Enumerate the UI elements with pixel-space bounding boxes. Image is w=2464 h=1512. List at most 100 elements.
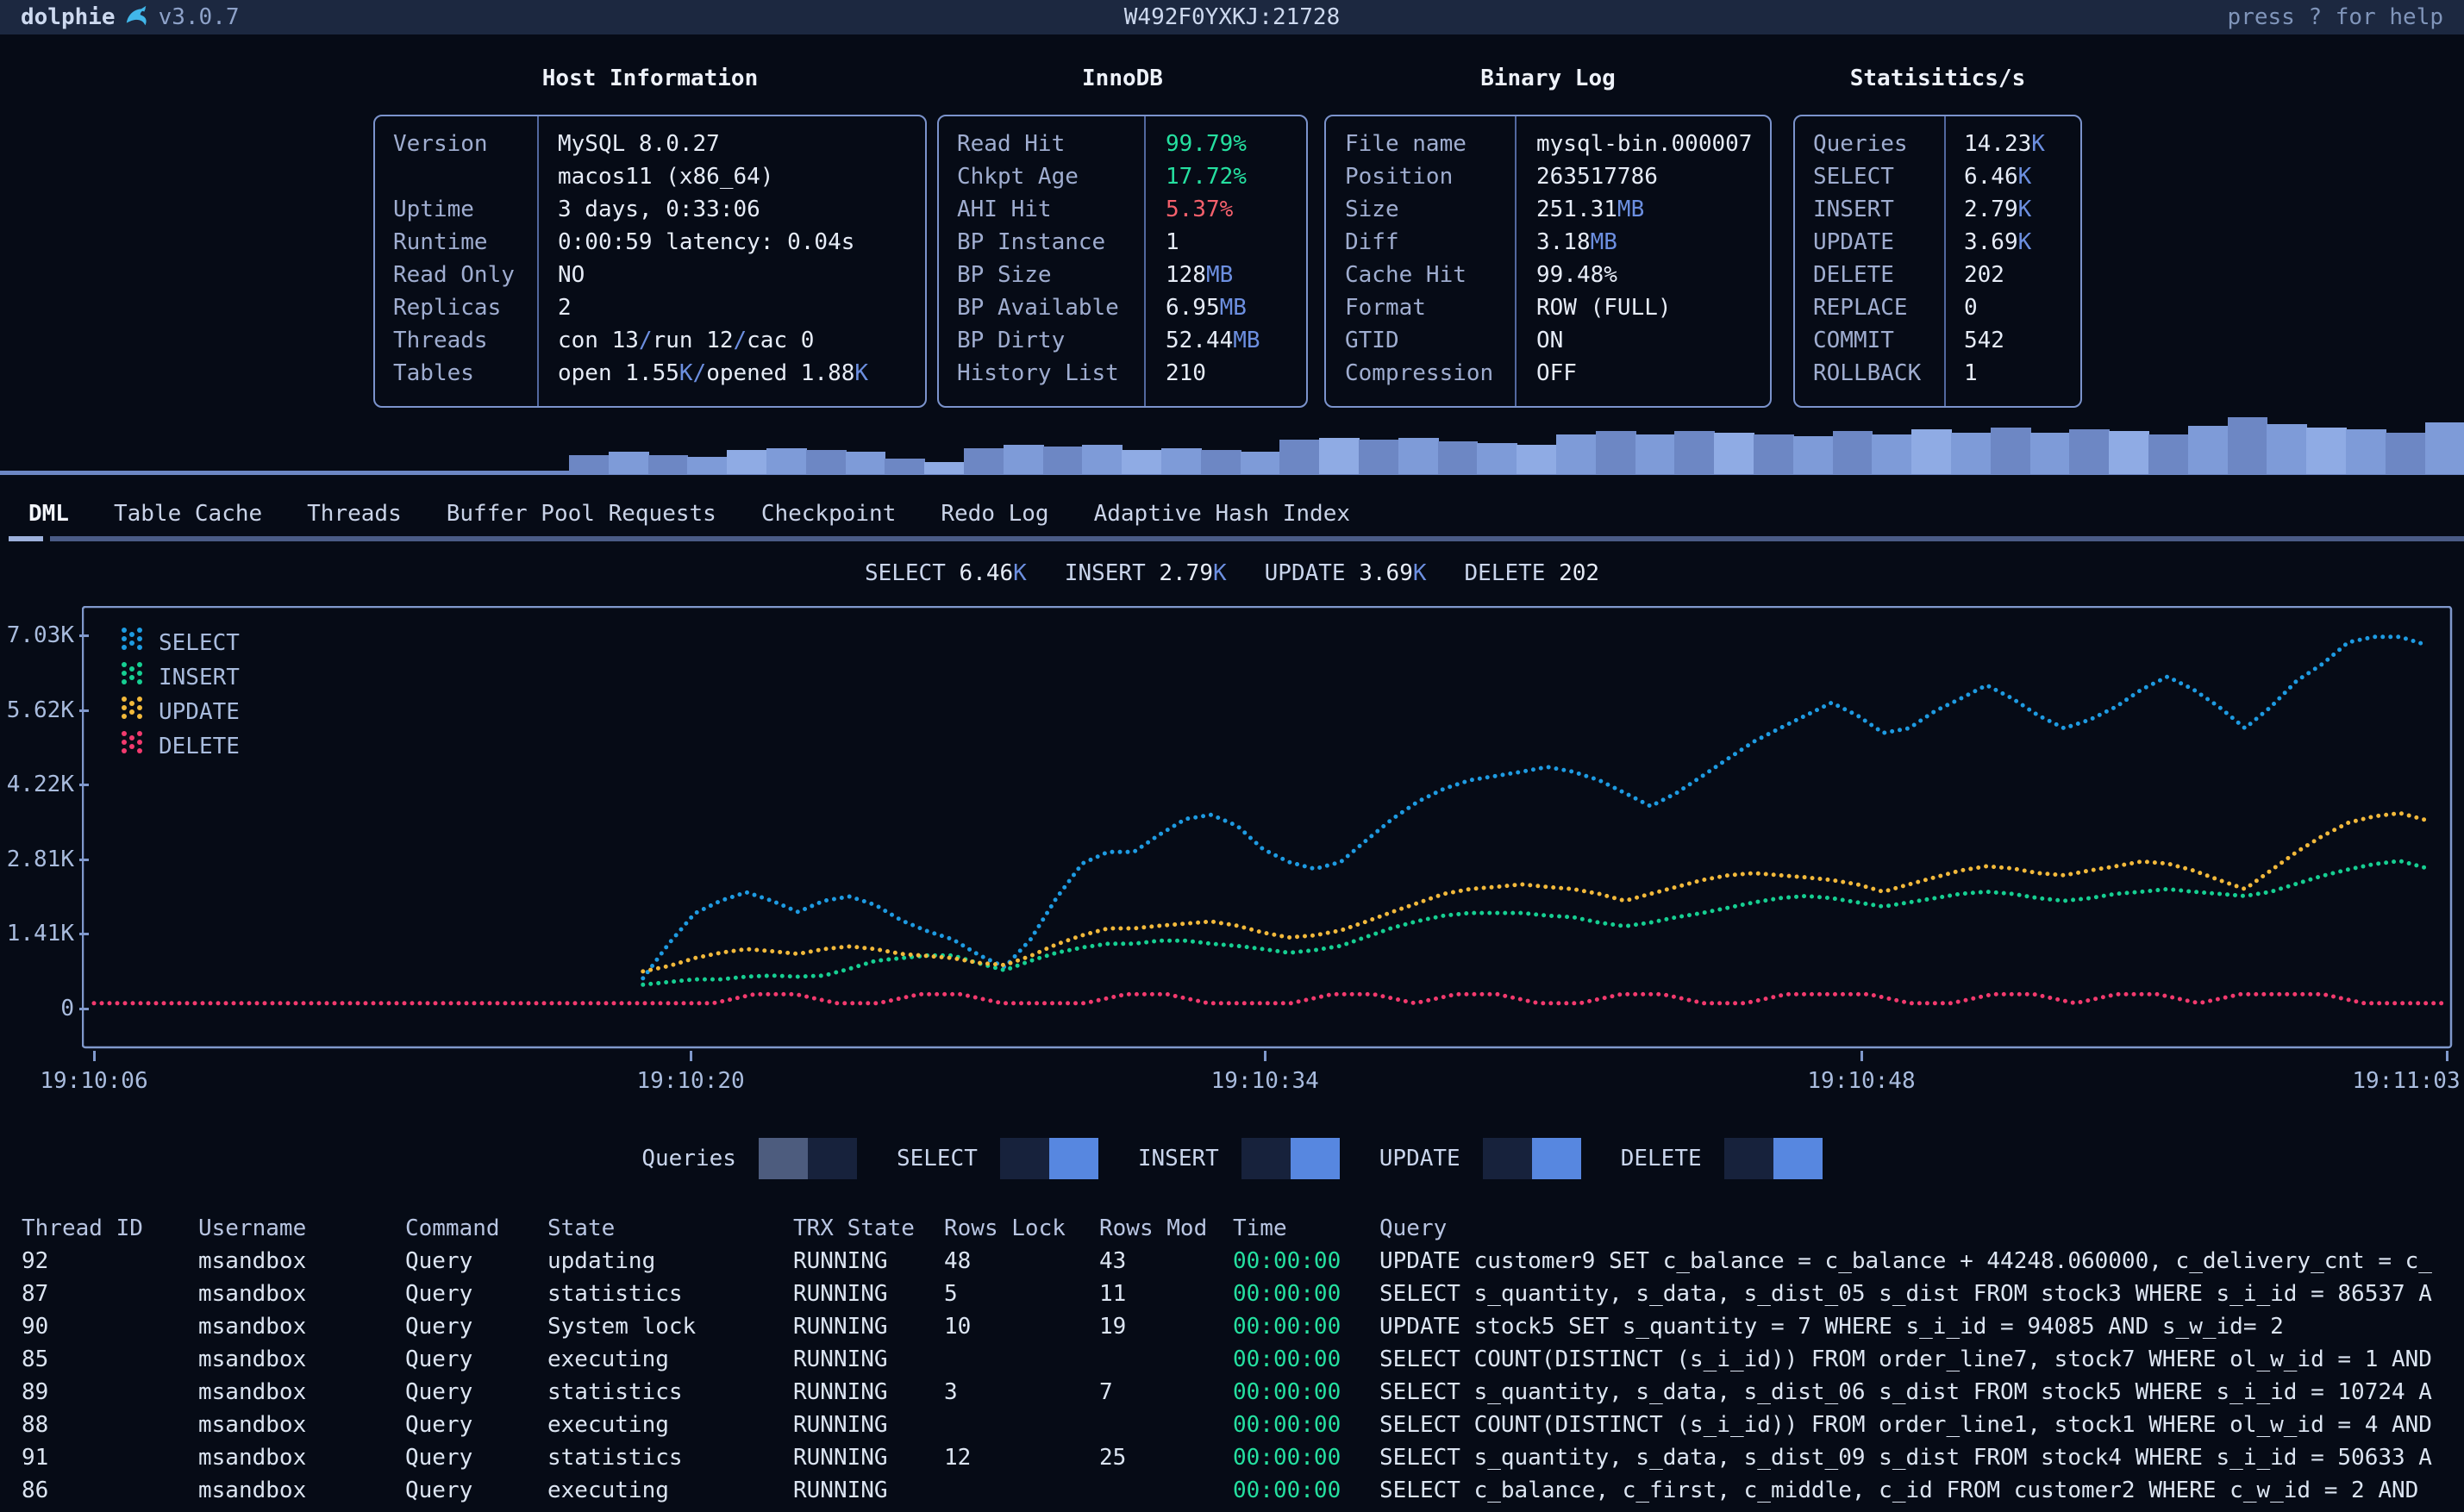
cell: RUNNING bbox=[793, 1474, 944, 1507]
query-cell: SELECT COUNT(DISTINCT (s_i_id)) FROM ord… bbox=[1379, 1409, 2464, 1441]
panel-row-label: BP Size bbox=[957, 259, 1052, 291]
cell: 5 bbox=[944, 1278, 1099, 1310]
legend-dots-icon bbox=[121, 626, 143, 661]
panel-row-label: Diff bbox=[1345, 226, 1399, 259]
panel-row-label: BP Instance bbox=[957, 226, 1105, 259]
dolphie-app: dolphie v3.0.7 W492F0YXKJ:21728 press ? … bbox=[0, 0, 2464, 1512]
toggle-label: SELECT bbox=[897, 1142, 978, 1175]
cell: 19 bbox=[1099, 1310, 1233, 1343]
app-version: v3.0.7 bbox=[159, 1, 240, 34]
top-bar: dolphie v3.0.7 W492F0YXKJ:21728 press ? … bbox=[0, 0, 2464, 34]
sparkline-bar bbox=[1833, 431, 1873, 474]
panel-row-value: 542 bbox=[1964, 324, 2004, 357]
sparkline-bar bbox=[1674, 431, 1715, 474]
panel-row-value: 202 bbox=[1964, 259, 2004, 291]
y-axis-tick bbox=[79, 933, 89, 935]
panel-row-label: UPDATE bbox=[1813, 226, 1894, 259]
tab-buffer-pool-requests[interactable]: Buffer Pool Requests bbox=[447, 497, 716, 530]
panel-row-label: Read Hit bbox=[957, 128, 1065, 160]
y-axis-tick bbox=[79, 709, 89, 712]
panel-row-label: BP Dirty bbox=[957, 324, 1065, 357]
table-row[interactable]: 89msandboxQuerystatisticsRUNNING3700:00:… bbox=[0, 1376, 2464, 1409]
table-row[interactable]: 91msandboxQuerystatisticsRUNNING122500:0… bbox=[0, 1441, 2464, 1474]
tab-redo-log[interactable]: Redo Log bbox=[941, 497, 1048, 530]
cell: 90 bbox=[22, 1310, 198, 1343]
toggle-label: DELETE bbox=[1621, 1142, 1702, 1175]
cell: 12 bbox=[944, 1441, 1099, 1474]
panel-row-value: 14.23K bbox=[1964, 128, 2045, 160]
y-axis-label: 1.41K bbox=[0, 921, 74, 947]
sparkline-bar bbox=[1991, 428, 2031, 474]
legend-dots-icon bbox=[121, 660, 143, 696]
legend-label: UPDATE bbox=[159, 696, 240, 728]
panel-divider bbox=[1515, 116, 1517, 406]
cell: Query bbox=[405, 1278, 547, 1310]
panel-row-value: 5.37% bbox=[1166, 193, 1233, 226]
cell bbox=[944, 1409, 1099, 1441]
panel-row-value: 3 days, 0:33:06 bbox=[558, 193, 760, 226]
cell: msandbox bbox=[198, 1310, 405, 1343]
query-cell: SELECT s_quantity, s_data, s_dist_05 s_d… bbox=[1379, 1278, 2464, 1310]
dml-chart-canvas bbox=[82, 606, 2453, 1049]
toggle-cell-right bbox=[808, 1138, 857, 1179]
sparkline-bar bbox=[2148, 434, 2189, 474]
toggle-queries[interactable] bbox=[759, 1138, 857, 1179]
panel-row-value: 3.18MB bbox=[1536, 226, 1617, 259]
tab-checkpoint[interactable]: Checkpoint bbox=[761, 497, 897, 530]
table-row[interactable]: 92msandboxQueryupdatingRUNNING484300:00:… bbox=[0, 1245, 2464, 1278]
cell: System lock bbox=[547, 1310, 793, 1343]
cell: 86 bbox=[22, 1474, 198, 1507]
cell: 89 bbox=[22, 1376, 198, 1409]
tab-threads[interactable]: Threads bbox=[307, 497, 402, 530]
cell: 88 bbox=[22, 1409, 198, 1441]
table-row[interactable]: 88msandboxQueryexecutingRUNNING00:00:00S… bbox=[0, 1409, 2464, 1441]
help-hint[interactable]: press ? for help bbox=[2228, 1, 2443, 34]
panel-row-label: Size bbox=[1345, 193, 1399, 226]
toggle-cell-left bbox=[759, 1138, 808, 1179]
panel-row-value: con 13/run 12/cac 0 bbox=[558, 324, 814, 357]
sparkline-bar bbox=[2188, 426, 2229, 474]
legend-item: DELETE bbox=[121, 729, 240, 764]
cell: 3 bbox=[944, 1376, 1099, 1409]
panel-divider bbox=[1944, 116, 1946, 406]
toggle-delete[interactable] bbox=[1724, 1138, 1823, 1179]
panel-row-label: Chkpt Age bbox=[957, 160, 1079, 193]
tab-table-cache[interactable]: Table Cache bbox=[114, 497, 262, 530]
toggle-select[interactable] bbox=[1000, 1138, 1098, 1179]
toggle-cell-right bbox=[1773, 1138, 1823, 1179]
toggle-update[interactable] bbox=[1483, 1138, 1581, 1179]
x-axis-tick bbox=[690, 1051, 692, 1061]
table-row[interactable]: 87msandboxQuerystatisticsRUNNING51100:00… bbox=[0, 1278, 2464, 1310]
cell: 91 bbox=[22, 1441, 198, 1474]
cell: 43 bbox=[1099, 1245, 1233, 1278]
toggle-item: INSERT bbox=[1138, 1136, 1340, 1181]
sparkline-bar bbox=[1477, 443, 1517, 474]
cell: Query bbox=[405, 1343, 547, 1376]
sparkline-bar bbox=[846, 452, 886, 474]
panel-row-label: Replicas bbox=[393, 291, 501, 324]
toggle-cell-left bbox=[1483, 1138, 1532, 1179]
panel-row-value: 6.95MB bbox=[1166, 291, 1247, 324]
column-header: TRX State bbox=[793, 1212, 944, 1245]
panel-row-value: 2.79K bbox=[1964, 193, 2031, 226]
table-row[interactable]: 85msandboxQueryexecutingRUNNING00:00:00S… bbox=[0, 1343, 2464, 1376]
cell: executing bbox=[547, 1409, 793, 1441]
series-toggle-row: QueriesSELECTINSERTUPDATEDELETE bbox=[0, 1136, 2464, 1181]
panel-row-value: open 1.55K/opened 1.88K bbox=[558, 357, 868, 390]
sparkline-bar bbox=[1793, 436, 1834, 474]
cell: msandbox bbox=[198, 1343, 405, 1376]
table-row[interactable]: 86msandboxQueryexecutingRUNNING00:00:00S… bbox=[0, 1474, 2464, 1507]
panel-row-label: Uptime bbox=[393, 193, 474, 226]
panel-row-value: mysql-bin.000007 bbox=[1536, 128, 1752, 160]
tab-dml[interactable]: DML bbox=[28, 497, 69, 530]
host-address: W492F0YXKJ:21728 bbox=[0, 1, 2464, 34]
tab-adaptive-hash-index[interactable]: Adaptive Hash Index bbox=[1094, 497, 1350, 530]
dolphin-icon bbox=[124, 4, 150, 30]
toggle-insert[interactable] bbox=[1241, 1138, 1340, 1179]
table-row[interactable]: 90msandboxQuerySystem lockRUNNING101900:… bbox=[0, 1310, 2464, 1343]
x-axis-tick bbox=[1861, 1051, 1863, 1061]
cell: 87 bbox=[22, 1278, 198, 1310]
cell: executing bbox=[547, 1474, 793, 1507]
cell: statistics bbox=[547, 1376, 793, 1409]
sparkline-bar bbox=[1872, 434, 1912, 474]
